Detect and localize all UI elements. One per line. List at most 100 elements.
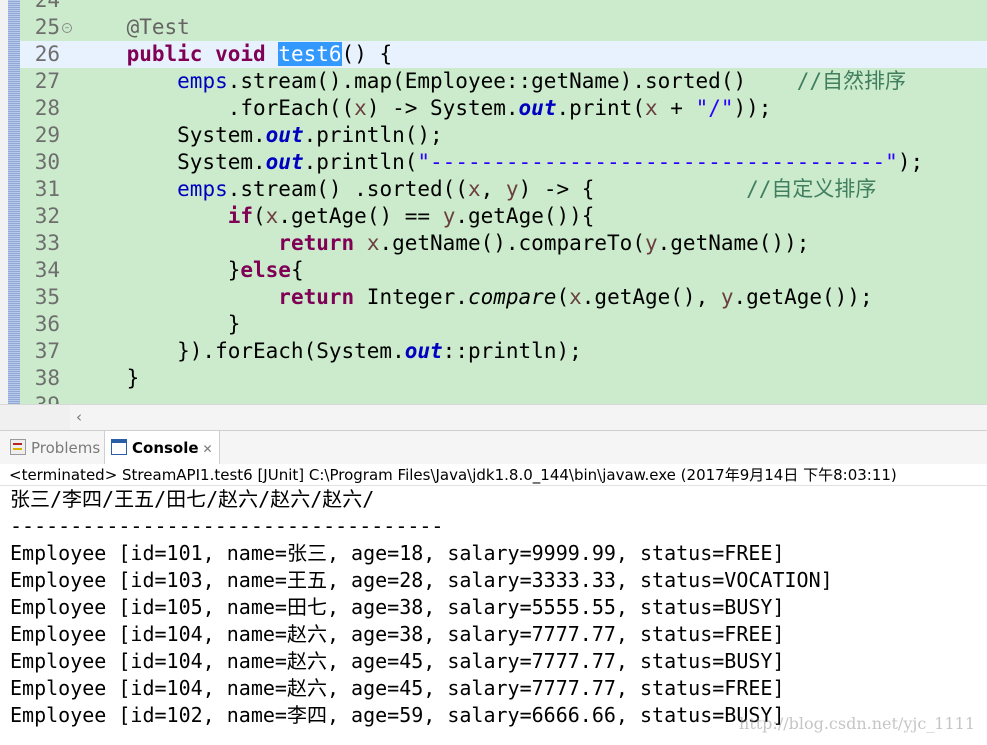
code-text[interactable]: }: [76, 311, 241, 338]
code-line[interactable]: 33 return x.getName().compareTo(y.getNam…: [20, 230, 987, 257]
code-line[interactable]: 37 }).forEach(System.out::println);: [20, 338, 987, 365]
console-output-line: Employee [id=104, name=赵六, age=45, salar…: [10, 649, 785, 673]
code-token: .forEach((: [76, 96, 355, 120]
code-token: y: [720, 285, 734, 309]
code-token: +: [657, 96, 696, 120]
code-token: .stream() .sorted((: [227, 177, 468, 201]
console-output-line: Employee [id=104, name=赵六, age=45, salar…: [10, 676, 785, 700]
code-text[interactable]: }else{: [76, 257, 304, 284]
code-token: Integer.: [354, 285, 468, 309]
console-icon: [111, 439, 127, 455]
line-number: 29: [34, 123, 60, 147]
code-token: emps: [177, 69, 228, 93]
code-text[interactable]: public void test6() {: [76, 41, 392, 68]
code-line[interactable]: 39: [20, 392, 987, 404]
code-token: out: [518, 96, 557, 120]
console-output-line: Employee [id=105, name=田七, age=38, salar…: [10, 595, 785, 619]
code-token: ) -> System.: [366, 96, 519, 120]
code-token: x: [366, 231, 380, 255]
line-number: 35: [34, 285, 60, 309]
console-output-line: Employee [id=104, name=赵六, age=38, salar…: [10, 622, 785, 646]
code-line[interactable]: 35 return Integer.compare(x.getAge(), y.…: [20, 284, 987, 311]
console-view-tabs: Problems Console ✕: [0, 430, 987, 466]
code-token: //自定义排序: [746, 177, 877, 201]
code-token: () {: [341, 42, 393, 66]
code-line[interactable]: 24: [20, 0, 987, 14]
code-token: else: [240, 258, 291, 282]
chevron-left-icon[interactable]: ‹: [70, 407, 88, 427]
code-line[interactable]: 38 }: [20, 365, 987, 392]
code-token: (: [253, 204, 266, 228]
code-text[interactable]: @Test: [76, 14, 190, 41]
code-line[interactable]: 28 .forEach((x) -> System.out.print(x + …: [20, 95, 987, 122]
code-token: out: [265, 150, 304, 174]
code-line[interactable]: 34 }else{: [20, 257, 987, 284]
tab-console[interactable]: Console ✕: [104, 431, 220, 466]
code-line[interactable]: 27 emps.stream().map(Employee::getName).…: [20, 68, 987, 95]
code-token: .getAge()){: [455, 204, 595, 228]
code-text[interactable]: if(x.getAge() == y.getAge()){: [76, 203, 595, 230]
code-editor[interactable]: 24 25− @Test 26 public void test6() {27 em…: [0, 0, 987, 404]
code-token: ,: [480, 177, 506, 201]
problems-icon: [10, 439, 26, 455]
code-token: y: [442, 204, 456, 228]
code-line[interactable]: 30 System.out.println("-----------------…: [20, 149, 987, 176]
code-line[interactable]: 31 emps.stream() .sorted((x, y) -> { //自…: [20, 176, 987, 203]
line-number: 30: [34, 150, 60, 174]
code-token: }: [76, 366, 140, 390]
code-text[interactable]: .forEach((x) -> System.out.print(x + "/"…: [76, 95, 772, 122]
code-token: test6: [278, 42, 342, 66]
code-text[interactable]: }).forEach(System.out::println);: [76, 338, 582, 365]
console-output-line: Employee [id=101, name=张三, age=18, salar…: [10, 541, 785, 565]
code-token: }: [76, 258, 241, 282]
editor-change-bar: [8, 0, 20, 404]
line-number: 24: [34, 0, 60, 12]
line-number: 28: [34, 96, 60, 120]
line-number: 32: [34, 204, 60, 228]
code-token: .getAge());: [733, 285, 873, 309]
code-token: x: [354, 96, 367, 120]
line-number: 36: [34, 312, 60, 336]
code-line[interactable]: 26 public void test6() {: [20, 41, 987, 68]
code-text[interactable]: return x.getName().compareTo(y.getName()…: [76, 230, 809, 257]
console-output[interactable]: 张三/李四/王五/田七/赵六/赵六/赵六/ -------------------…: [0, 486, 987, 745]
tab-problems[interactable]: Problems: [4, 431, 106, 465]
line-number: 39: [20, 392, 60, 404]
line-number: 25: [34, 15, 60, 39]
fold-toggle-icon[interactable]: −: [62, 23, 72, 33]
code-token: return: [278, 285, 355, 309]
code-token: @Test: [126, 15, 190, 39]
code-token: y: [505, 177, 519, 201]
code-text[interactable]: emps.stream() .sorted((x, y) -> { //自定义排…: [76, 176, 876, 203]
line-number: 37: [34, 339, 60, 363]
line-number: 33: [34, 231, 60, 255]
code-text[interactable]: emps.stream().map(Employee::getName).sor…: [76, 68, 906, 95]
code-text[interactable]: return Integer.compare(x.getAge(), y.get…: [76, 284, 873, 311]
line-number: 26: [34, 42, 60, 66]
code-token: System.: [76, 123, 266, 147]
scrollbar-corner: [0, 404, 70, 430]
code-token: //自然排序: [796, 69, 906, 93]
tab-console-label: Console: [132, 439, 199, 457]
line-number: 34: [34, 258, 60, 282]
code-line[interactable]: 25− @Test: [20, 14, 987, 41]
code-text[interactable]: System.out.println("--------------------…: [76, 149, 923, 176]
code-line[interactable]: 32 if(x.getAge() == y.getAge()){: [20, 203, 987, 230]
editor-horizontal-scrollbar[interactable]: ‹: [70, 404, 987, 430]
code-line[interactable]: 29 System.out.println();: [20, 122, 987, 149]
close-icon[interactable]: ✕: [203, 442, 213, 456]
code-text[interactable]: }: [76, 365, 140, 392]
console-output-line: Employee [id=103, name=王五, age=28, salar…: [10, 568, 833, 592]
code-line[interactable]: 36 }: [20, 311, 987, 338]
code-token: public: [126, 42, 203, 66]
code-token: void: [215, 42, 266, 66]
code-text[interactable]: System.out.println();: [76, 122, 443, 149]
code-token: System.: [76, 150, 266, 174]
code-area[interactable]: 24 25− @Test 26 public void test6() {27 em…: [20, 0, 987, 404]
code-token: ::println);: [442, 339, 582, 363]
code-token: if: [227, 204, 254, 228]
